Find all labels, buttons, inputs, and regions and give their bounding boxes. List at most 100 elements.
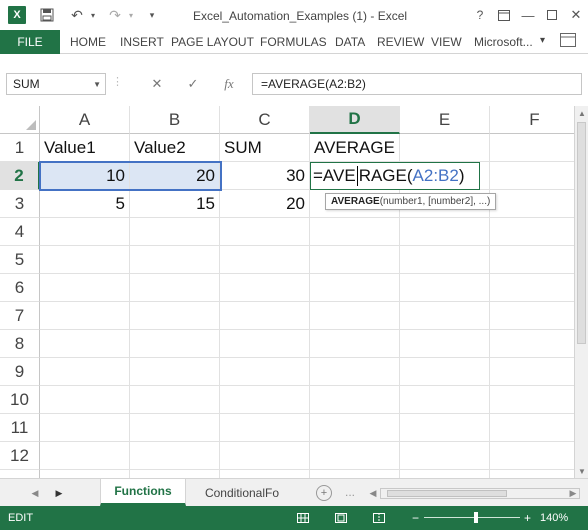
row-header-3[interactable]: 3 — [0, 190, 40, 218]
grid-cell[interactable] — [220, 330, 310, 358]
name-box[interactable]: SUM ▼ — [6, 73, 106, 95]
grid-cell[interactable] — [310, 358, 400, 386]
grid-cell[interactable] — [220, 414, 310, 442]
close-icon[interactable]: ✕ — [566, 6, 586, 24]
grid-cell[interactable] — [130, 358, 220, 386]
row-header-6[interactable]: 6 — [0, 274, 40, 302]
row-header-2[interactable]: 2 — [0, 162, 40, 190]
grid-cell[interactable] — [130, 218, 220, 246]
grid-cell[interactable] — [310, 442, 400, 470]
vertical-scroll-thumb[interactable] — [577, 122, 586, 344]
hscroll-right-icon[interactable]: ▶ — [566, 486, 580, 500]
tab-account[interactable]: Microsoft... — [474, 35, 533, 49]
column-header-d[interactable]: D — [310, 106, 400, 134]
grid-cell[interactable] — [40, 414, 130, 442]
horizontal-scrollbar[interactable] — [380, 488, 580, 499]
grid-cell[interactable] — [400, 330, 490, 358]
grid-cell[interactable] — [130, 386, 220, 414]
row-header-1[interactable]: 1 — [0, 134, 40, 162]
undo-dropdown-icon[interactable]: ▾ — [84, 6, 102, 24]
grid-cell[interactable] — [220, 386, 310, 414]
collapse-ribbon-icon[interactable] — [560, 33, 576, 50]
page-break-view-icon[interactable] — [372, 512, 386, 524]
grid-cell[interactable] — [40, 330, 130, 358]
column-header-c[interactable]: C — [220, 106, 310, 134]
help-icon[interactable]: ? — [470, 6, 490, 24]
tab-view[interactable]: VIEW — [431, 35, 462, 49]
grid-cell[interactable] — [310, 414, 400, 442]
sheet-overflow-dots[interactable]: ... — [345, 485, 355, 499]
grid-cell[interactable] — [220, 302, 310, 330]
tab-home[interactable]: HOME — [70, 35, 106, 49]
grid-cell[interactable] — [310, 386, 400, 414]
grid-cell[interactable] — [130, 414, 220, 442]
grid-cell[interactable] — [400, 386, 490, 414]
grid-cell[interactable] — [220, 442, 310, 470]
normal-view-icon[interactable] — [296, 512, 310, 524]
cell-c1[interactable]: SUM — [220, 134, 310, 162]
grid-cell[interactable] — [220, 358, 310, 386]
tab-formulas[interactable]: FORMULAS — [260, 35, 327, 49]
add-sheet-icon[interactable]: + — [316, 485, 332, 501]
grid-cell[interactable] — [490, 302, 574, 330]
grid-cell[interactable] — [490, 386, 574, 414]
grid-cell[interactable] — [130, 470, 220, 478]
grid-cell[interactable] — [130, 274, 220, 302]
formula-input[interactable]: =AVERAGE(A2:B2) — [252, 73, 582, 95]
grid-cell[interactable] — [490, 274, 574, 302]
grid-cell[interactable] — [130, 442, 220, 470]
cell-a2[interactable]: 10 — [40, 162, 130, 190]
grid-cell[interactable] — [400, 442, 490, 470]
grid-cell[interactable] — [400, 246, 490, 274]
grid-cell[interactable] — [400, 358, 490, 386]
tab-insert[interactable]: INSERT — [120, 35, 164, 49]
redo-dropdown-icon[interactable]: ▾ — [122, 6, 140, 24]
ribbon-options-icon[interactable] — [494, 6, 514, 24]
grid-cell[interactable] — [310, 302, 400, 330]
grid-cell[interactable] — [400, 134, 490, 162]
insert-function-icon[interactable]: fx — [220, 75, 238, 93]
cell-b3[interactable]: 15 — [130, 190, 220, 218]
row-header-4[interactable]: 4 — [0, 218, 40, 246]
row-header-12[interactable]: 12 — [0, 442, 40, 470]
grid-cell[interactable] — [400, 414, 490, 442]
grid-cell[interactable] — [130, 246, 220, 274]
tab-data[interactable]: DATA — [335, 35, 365, 49]
grid-cell[interactable] — [40, 386, 130, 414]
grid-cell[interactable] — [310, 246, 400, 274]
row-header-11[interactable]: 11 — [0, 414, 40, 442]
grid-cell[interactable] — [310, 218, 400, 246]
grid-cell[interactable] — [40, 218, 130, 246]
grid-cell[interactable] — [490, 134, 574, 162]
tab-page-layout[interactable]: PAGE LAYOUT — [171, 35, 254, 49]
grid-cell[interactable] — [40, 470, 130, 478]
grid-cell[interactable] — [310, 274, 400, 302]
select-all-corner[interactable] — [0, 106, 40, 134]
enter-icon[interactable]: ✓ — [184, 75, 202, 93]
row-header-8[interactable]: 8 — [0, 330, 40, 358]
cell-b1[interactable]: Value2 — [130, 134, 220, 162]
grid-cell[interactable] — [400, 218, 490, 246]
file-tab[interactable]: FILE — [0, 30, 60, 54]
grid-cell[interactable] — [490, 414, 574, 442]
account-dropdown-icon[interactable]: ▾ — [540, 35, 545, 46]
zoom-level[interactable]: 140% — [540, 512, 568, 524]
cell-a1[interactable]: Value1 — [40, 134, 130, 162]
column-header-e[interactable]: E — [400, 106, 490, 134]
cell-c3[interactable]: 20 — [220, 190, 310, 218]
chevron-down-icon[interactable]: ▼ — [93, 80, 101, 89]
grid-cell[interactable] — [400, 274, 490, 302]
row-header-13[interactable] — [0, 470, 40, 478]
grid-cell[interactable] — [220, 470, 310, 478]
row-header-5[interactable]: 5 — [0, 246, 40, 274]
cell-d1[interactable]: AVERAGE — [310, 134, 400, 162]
grid-cell[interactable] — [40, 274, 130, 302]
sheet-next-icon[interactable]: ▶ — [52, 486, 66, 500]
tooltip-function-name[interactable]: AVERAGE — [331, 196, 380, 207]
maximize-icon[interactable] — [542, 6, 562, 24]
grid-cell[interactable] — [40, 442, 130, 470]
cancel-icon[interactable]: ✕ — [148, 75, 166, 93]
sheet-tab-conditional[interactable]: ConditionalFo — [192, 479, 292, 506]
grid-cell[interactable] — [40, 246, 130, 274]
grid-cell[interactable] — [220, 218, 310, 246]
